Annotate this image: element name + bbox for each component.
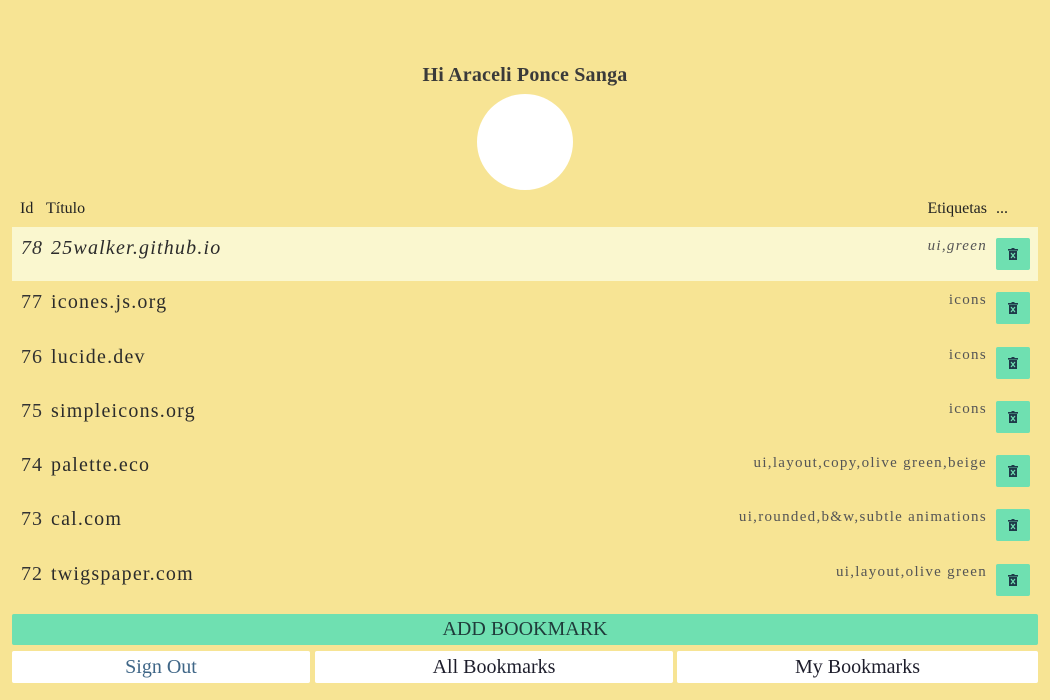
row-title-link[interactable]: lucide.dev [51, 346, 146, 369]
all-bookmarks-button[interactable]: All Bookmarks [315, 651, 673, 683]
delete-button[interactable] [996, 509, 1030, 542]
row-id: 75 [21, 399, 43, 422]
add-bookmark-button[interactable]: ADD BOOKMARK [12, 614, 1038, 645]
row-id: 72 [21, 562, 43, 585]
table-row[interactable]: 77 icones.js.org icons [12, 281, 1038, 335]
trash-icon [1008, 248, 1018, 260]
delete-button[interactable] [996, 563, 1030, 596]
delete-button[interactable] [996, 455, 1030, 488]
table-row[interactable]: 72 twigspaper.com ui,layout,olive green [12, 553, 1038, 607]
row-title-link[interactable]: cal.com [51, 508, 122, 531]
row-tags: ui,layout,copy,olive green,beige [753, 455, 987, 472]
row-tags: ui,rounded,b&w,subtle animations [738, 509, 987, 526]
trash-icon [1008, 573, 1018, 586]
avatar [477, 94, 573, 190]
header-id: Id [20, 200, 34, 217]
table-row[interactable]: 75 simpleicons.org icons [12, 390, 1038, 444]
delete-button[interactable] [996, 292, 1030, 325]
table-row[interactable]: 76 lucide.dev icons [12, 336, 1038, 390]
trash-icon [1008, 302, 1018, 315]
row-title-link[interactable]: simpleicons.org [51, 400, 196, 423]
row-tags: icons [948, 292, 987, 309]
trash-icon [1008, 410, 1018, 423]
my-bookmarks-button[interactable]: My Bookmarks [677, 651, 1038, 683]
row-title-link[interactable]: 25walker.github.io [51, 237, 222, 260]
row-tags: ui,green [927, 238, 987, 254]
table-row[interactable]: 73 cal.com ui,rounded,b&w,subtle animati… [12, 498, 1038, 552]
header-actions: ... [996, 200, 1008, 217]
row-tags: ui,layout,olive green [835, 563, 987, 580]
delete-button[interactable] [996, 400, 1030, 433]
table-header: Id Título Etiquetas ... [12, 200, 1038, 220]
row-id: 74 [21, 454, 43, 477]
row-id: 77 [21, 291, 43, 314]
table-row[interactable]: 74 palette.eco ui,layout,copy,olive gree… [12, 444, 1038, 498]
sign-out-button[interactable]: Sign Out [12, 651, 310, 683]
trash-icon [1008, 519, 1018, 532]
trash-icon [1008, 356, 1018, 369]
row-tags: icons [948, 346, 987, 363]
row-title-link[interactable]: twigspaper.com [51, 563, 194, 586]
greeting-title: Hi Araceli Ponce Sanga [422, 64, 628, 86]
header-tags: Etiquetas [927, 200, 987, 217]
row-tags: icons [948, 400, 987, 417]
table-row[interactable]: 78 25walker.github.io ui,green [12, 227, 1038, 282]
trash-icon [1008, 465, 1018, 478]
delete-button[interactable] [996, 346, 1030, 379]
header-title: Título [46, 200, 86, 217]
row-title-link[interactable]: palette.eco [51, 454, 150, 477]
row-id: 78 [21, 237, 43, 259]
row-title-link[interactable]: icones.js.org [51, 291, 167, 314]
bookmark-list: 78 25walker.github.io ui,green 77 icones… [12, 227, 1038, 607]
row-id: 76 [21, 345, 43, 368]
row-id: 73 [21, 508, 43, 531]
delete-button[interactable] [996, 238, 1030, 270]
